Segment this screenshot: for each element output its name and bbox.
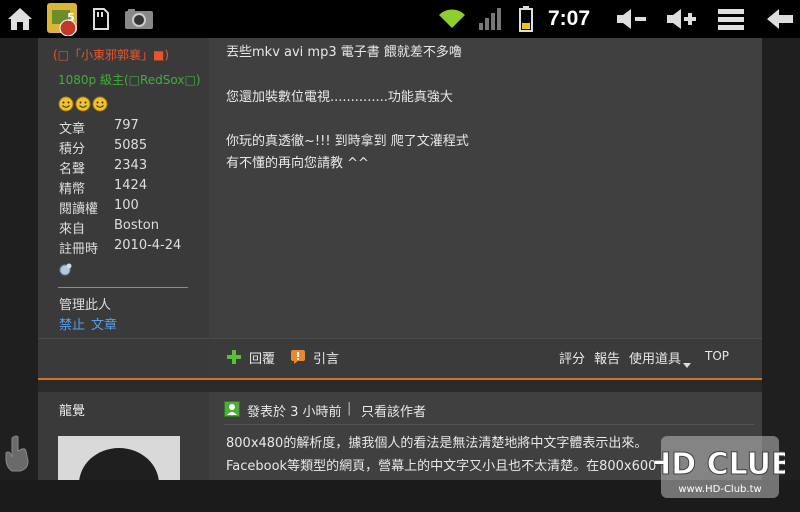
signal-icon — [476, 0, 504, 38]
manage-user-label: 管理此人 — [59, 298, 112, 313]
watermark-logo: HD CLUB — [655, 447, 785, 482]
quote-button[interactable]: 引言 — [313, 348, 339, 367]
post-header-divider — [224, 424, 754, 425]
author-name[interactable]: 龍覺 — [59, 400, 85, 419]
meta-divider: | — [347, 401, 352, 416]
stat-value: 2343 — [114, 158, 148, 173]
stat-value: 1424 — [114, 178, 148, 193]
stat-label: 名聲 — [59, 162, 86, 177]
stat-value: 5085 — [114, 138, 148, 153]
volume-down-icon[interactable] — [614, 0, 648, 38]
avatar — [58, 436, 180, 480]
top-link[interactable]: TOP — [705, 349, 729, 363]
author-panel-divider — [58, 287, 188, 288]
post-gap — [38, 380, 762, 392]
page-margin-left — [0, 38, 38, 480]
stat-label: 精幣 — [59, 182, 86, 197]
notification-count: 5 — [67, 11, 75, 24]
author-group: 1080p 級主(□RedSox□) — [58, 73, 201, 87]
stat-label: 來自 — [59, 222, 86, 237]
stat-value: Boston — [114, 218, 159, 233]
report-link[interactable]: 報告 — [594, 348, 620, 367]
stat-label: 註冊時 — [59, 242, 99, 257]
home-icon[interactable] — [4, 0, 36, 38]
wifi-icon — [436, 0, 468, 38]
post-body-line: 800x480的解析度，據我個人的看法是無法清楚地將中文字體表示出來。 — [226, 436, 648, 451]
ban-user-link[interactable]: 禁止 — [59, 314, 85, 333]
post-body-line: 你玩的真透徹~!!! 到時拿到 爬了文灌程式 — [226, 134, 469, 149]
reply-icon — [226, 349, 242, 369]
page-margin-right — [762, 38, 800, 480]
chevron-down-icon — [683, 354, 691, 373]
post-body-line: 丟些mkv avi mp3 電子書 餵就差不多嚕 — [226, 45, 462, 60]
stat-label: 積分 — [59, 142, 86, 157]
smiley-icon — [75, 96, 91, 112]
watermark-url: www.HD-Club.tw — [678, 484, 761, 495]
stat-label: 文章 — [59, 122, 86, 137]
gender-icon — [58, 262, 74, 282]
author-name[interactable]: (□「小東邪郭襄」■) — [53, 46, 169, 63]
ban-article-link[interactable]: 文章 — [91, 314, 117, 333]
forum-page: (□「小東邪郭襄」■) 1080p 級主(□RedSox□) 文章 797 積分… — [0, 38, 800, 498]
post-status-icon — [224, 401, 240, 421]
post-body-line: 您還加裝數位電視..............功能真強大 — [226, 90, 453, 105]
rate-link[interactable]: 評分 — [559, 348, 585, 367]
rank-emoticons — [58, 96, 108, 112]
smiley-icon — [58, 96, 74, 112]
site-watermark: HD CLUB www.HD-Club.tw — [646, 428, 794, 508]
post-content — [209, 38, 762, 338]
hand-pointer-icon — [2, 433, 36, 477]
volume-up-icon[interactable] — [664, 0, 698, 38]
post-time: 發表於 3 小時前 — [247, 405, 342, 420]
back-icon[interactable] — [764, 0, 796, 38]
post-body-line: 有不懂的再向您請教 ^^ — [226, 156, 369, 171]
clock: 7:07 — [548, 7, 591, 30]
sd-card-icon — [90, 0, 112, 38]
reply-button[interactable]: 回覆 — [249, 348, 275, 367]
tools-menu[interactable]: 使用道具 — [629, 348, 681, 367]
stat-value: 100 — [114, 198, 139, 213]
stat-value: 797 — [114, 118, 139, 133]
quote-icon — [290, 349, 306, 369]
status-bar: 5 7:07 — [0, 0, 800, 38]
stat-label: 閱讀權 — [59, 202, 99, 217]
smiley-icon — [92, 96, 108, 112]
battery-icon — [516, 0, 536, 38]
post-body-line: Facebook等類型的網頁，營幕上的中文字又小且也不太清楚。在800x600 — [226, 459, 657, 474]
screenshot-icon — [122, 0, 156, 38]
only-author-link[interactable]: 只看該作者 — [361, 401, 426, 420]
menu-icon[interactable] — [716, 0, 746, 38]
stat-value: 2010-4-24 — [114, 238, 182, 253]
post-footer-spacer — [38, 338, 209, 379]
